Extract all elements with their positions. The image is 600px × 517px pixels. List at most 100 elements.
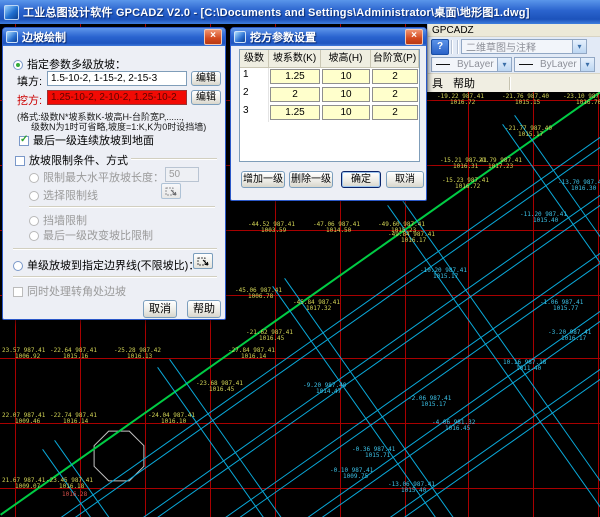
gpcadz-panel: GPCADZ ? 二维草图与注释 ▾ ByLayer ▾ ByLayer ▾ 具… xyxy=(427,24,600,92)
row-number: 3 xyxy=(240,104,269,122)
contour-label: 10.16 987.181011.40 xyxy=(503,360,546,372)
table-row: 11.25102 xyxy=(240,68,419,86)
pick-cursor-icon xyxy=(197,255,210,267)
table-cell[interactable]: 2 xyxy=(270,87,320,102)
table-cell-wrap: 10 xyxy=(321,86,371,104)
contour-label: -1.06 987.411015.77 xyxy=(540,300,583,312)
line-sample-icon xyxy=(519,64,533,65)
table-cell-wrap: 1.25 xyxy=(269,104,321,122)
radio-icon xyxy=(29,191,39,201)
table-cell-wrap: 2 xyxy=(371,86,419,104)
section-divider xyxy=(13,276,217,278)
dialog-icon xyxy=(6,31,18,43)
checkbox-slope-to-ground[interactable]: 最后一级连续放坡到地面 xyxy=(19,132,154,148)
contour-line xyxy=(514,115,600,517)
contour-label: -10.20 987.411015.17 xyxy=(420,268,467,280)
delete-level-button[interactable]: 删除一级 xyxy=(289,171,333,188)
pick-cursor-icon xyxy=(165,185,178,197)
cut-label: 挖方: xyxy=(17,92,42,108)
column-header: 坡高(H) xyxy=(321,50,371,68)
cancel-button[interactable]: 取消 xyxy=(386,171,424,188)
radio-icon xyxy=(13,261,23,271)
table-cell-wrap: 2 xyxy=(371,104,419,122)
workspace-combobox[interactable]: 二维草图与注释 ▾ xyxy=(461,39,587,54)
app-icon xyxy=(4,5,19,20)
linetype-combobox[interactable]: ByLayer ▾ xyxy=(431,57,512,72)
coord-label: -21.79 987.411017.23 xyxy=(475,158,522,170)
coord-label: 23.57 987.411006.92 xyxy=(2,348,45,360)
menu-item-partial[interactable]: 具 xyxy=(432,75,443,91)
table-cell-wrap: 1.25 xyxy=(269,68,321,86)
row-number: 1 xyxy=(240,68,269,86)
panel-caption: GPCADZ xyxy=(428,24,600,37)
lineweight-value: ByLayer xyxy=(536,59,580,70)
cancel-button[interactable]: 取消 xyxy=(143,300,177,318)
contour-label: -9.20 987.401014.47 xyxy=(303,383,346,395)
coord-label: -19.22 987.411016.72 xyxy=(437,94,484,106)
coord-label: -22.64 987.411015.16 xyxy=(50,348,97,360)
table-cell[interactable]: 10 xyxy=(322,69,370,84)
radio-icon xyxy=(29,173,39,183)
table-cell[interactable]: 2 xyxy=(372,69,418,84)
fill-label: 填方: xyxy=(17,73,42,89)
radio-multi-slope[interactable]: 指定参数多级放坡： xyxy=(13,56,126,72)
chevron-down-icon: ▾ xyxy=(572,40,586,53)
close-icon[interactable]: × xyxy=(405,29,423,45)
table-cell[interactable]: 1.25 xyxy=(270,105,320,120)
ok-button[interactable]: 确定 xyxy=(341,171,381,188)
add-level-button[interactable]: 增加一级 xyxy=(241,171,285,188)
coord-label: -44.52 987.411003.59 xyxy=(248,222,295,234)
table-cell[interactable]: 10 xyxy=(322,87,370,102)
fill-edit-button[interactable]: 编辑 xyxy=(191,71,221,86)
contour-label: -13.06 987.411015.40 xyxy=(388,482,435,494)
radio-single-slope[interactable]: 单级放坡到指定边界线(不限坡比)： xyxy=(13,257,199,273)
contour-label: -13.70 987.411016.30 xyxy=(558,180,600,192)
contour-label: -3.20 987.411016.17 xyxy=(548,330,591,342)
help-button[interactable]: 帮助 xyxy=(187,300,221,318)
radio-icon xyxy=(29,231,39,241)
coord-label: -24.04 987.411016.10 xyxy=(148,413,195,425)
cut-params-table: 级数坡系数(K)坡高(H)台阶宽(P) 11.251022210231.2510… xyxy=(239,49,420,162)
coord-label: -23.45 987.411016.18 xyxy=(46,478,93,490)
table-cell[interactable]: 2 xyxy=(372,105,418,120)
column-header: 台阶宽(P) xyxy=(371,50,419,68)
coord-label: -21.76 987.401015.15 xyxy=(502,94,549,106)
slope-dialog-title: 边坡绘制 xyxy=(22,29,204,45)
coord-label: -21.77 987.401015.17 xyxy=(505,126,552,138)
contour-label: -0.36 987.411015.71 xyxy=(352,447,395,459)
coord-label: -47.06 987.411014.50 xyxy=(313,222,360,234)
elevation-label: 1016.28 xyxy=(62,492,87,498)
window-title: 工业总图设计软件 GPCADZ V2.0 - [C:\Documents and… xyxy=(23,4,530,20)
cut-edit-button[interactable]: 编辑 xyxy=(191,90,221,105)
cut-dialog-title: 挖方参数设置 xyxy=(250,29,405,45)
coord-label: -45.84 987.411017.32 xyxy=(293,300,340,312)
coord-label: 21.67 987.411009.07 xyxy=(2,478,45,490)
menu-item-help[interactable]: 帮助 xyxy=(453,75,475,91)
table-cell-wrap: 10 xyxy=(321,68,371,86)
table-cell[interactable]: 10 xyxy=(322,105,370,120)
fill-input[interactable]: 1.5-10-2, 1-15-2, 2-15-3 xyxy=(47,71,187,86)
lineweight-combobox[interactable]: ByLayer ▾ xyxy=(514,57,595,72)
window-titlebar: 工业总图设计软件 GPCADZ V2.0 - [C:\Documents and… xyxy=(0,0,600,24)
section-divider xyxy=(13,248,217,250)
pick-limit-line-button xyxy=(161,183,181,199)
radio-icon xyxy=(13,60,23,70)
slope-dialog-titlebar: 边坡绘制 × xyxy=(3,28,225,46)
checkbox-icon xyxy=(15,156,25,166)
radio-icon xyxy=(29,216,39,226)
pick-boundary-button[interactable] xyxy=(193,253,213,269)
chevron-down-icon: ▾ xyxy=(580,58,594,71)
coord-label: -49.84 987.411016.17 xyxy=(388,232,435,244)
cut-input[interactable]: 1.25-10-2, 2-10-2, 1.25-10-2 xyxy=(47,90,187,105)
close-icon[interactable]: × xyxy=(204,29,222,45)
linetype-value: ByLayer xyxy=(453,59,497,70)
table-cell[interactable]: 1.25 xyxy=(270,69,320,84)
help-icon[interactable]: ? xyxy=(431,39,449,55)
column-header: 级数 xyxy=(240,50,269,68)
checkbox-corner-slope: 同时处理转角处边坡 xyxy=(13,283,126,299)
coord-label: -22.74 987.411016.14 xyxy=(50,413,97,425)
table-cell-wrap: 2 xyxy=(371,68,419,86)
checkbox-limit-group[interactable]: 放坡限制条件、方式 xyxy=(15,152,128,168)
table-cell[interactable]: 2 xyxy=(372,87,418,102)
toolbar-separator xyxy=(451,40,453,54)
